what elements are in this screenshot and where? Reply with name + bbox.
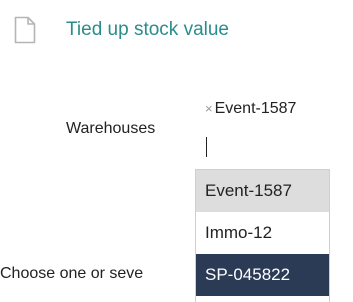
warehouses-label: Warehouses <box>66 120 156 137</box>
page-title: Tied up stock value <box>66 19 229 40</box>
dropdown-option-immo-12[interactable]: Immo-12 <box>196 212 329 254</box>
help-text-start: Choose one or seve <box>0 265 144 282</box>
warehouses-dropdown: Event-1587 Immo-12 SP-045822 <box>195 169 330 302</box>
tag-label: Event-1587 <box>214 100 297 117</box>
dropdown-option-event-1587[interactable]: Event-1587 <box>196 170 329 212</box>
warehouses-search-input[interactable] <box>206 137 207 157</box>
tag-remove-icon[interactable]: × <box>205 99 213 119</box>
document-icon <box>14 16 36 44</box>
selected-tag-event-1587: × Event-1587 <box>205 98 296 120</box>
dropdown-option-sp-045822[interactable]: SP-045822 <box>196 254 329 296</box>
